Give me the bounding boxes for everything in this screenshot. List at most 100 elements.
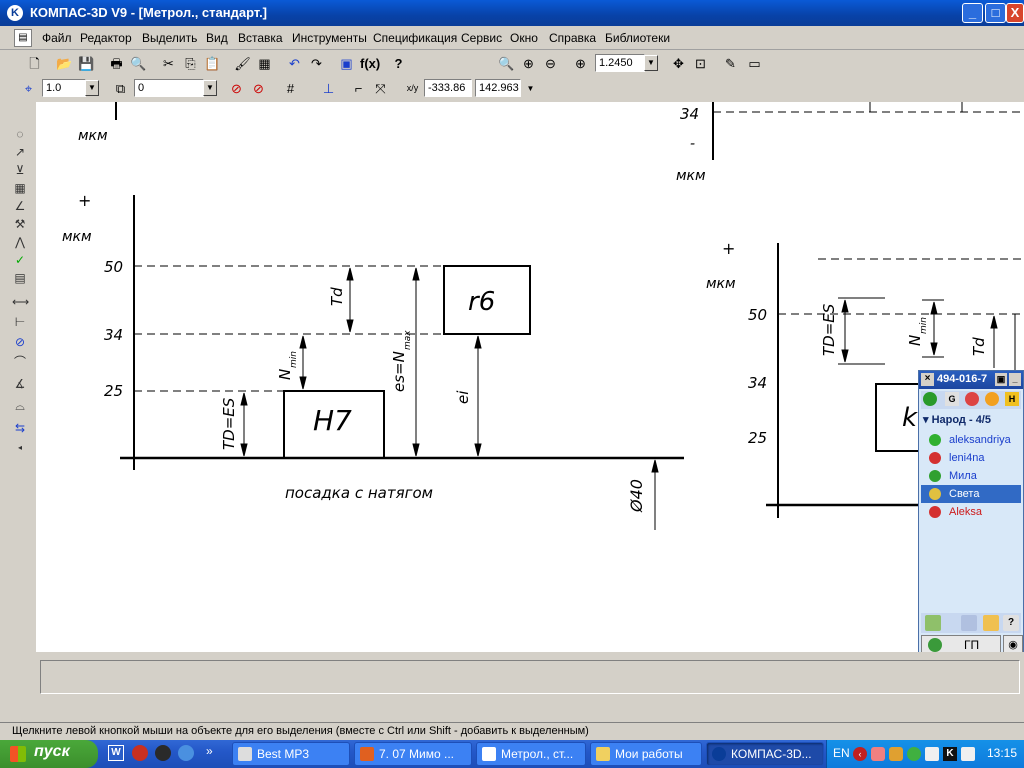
menu-file[interactable]: Файл <box>42 31 72 45</box>
reports-icon[interactable]: ▤ <box>12 270 28 286</box>
taskbar-item-kompas[interactable]: КОМПАС-3D... <box>706 742 824 766</box>
zoom-scale-icon[interactable]: ⊕ <box>572 55 589 72</box>
step-icon[interactable]: ⌖ <box>20 80 37 97</box>
menu-view[interactable]: Вид <box>206 31 228 45</box>
icq-minimize-icon[interactable]: _ <box>1009 373 1021 386</box>
zoom-out-icon[interactable]: ⊖ <box>542 55 559 72</box>
document-icon[interactable]: ▤ <box>14 29 32 47</box>
menu-libraries[interactable]: Библиотеки <box>605 31 670 45</box>
linear-dim-icon[interactable]: ⟷ <box>12 294 29 310</box>
show-all-icon[interactable]: ⊡ <box>692 55 709 72</box>
snap-icon[interactable]: ⊘ <box>228 80 245 97</box>
save-icon[interactable]: 💾 <box>78 55 95 72</box>
taskbar-item-folder[interactable]: Мои работы <box>590 742 702 766</box>
pan-icon[interactable]: ✥ <box>670 55 687 72</box>
tray-robot-icon[interactable] <box>889 747 903 761</box>
icq-status-icon[interactable] <box>923 392 937 406</box>
step-input[interactable]: 1.0 <box>42 79 86 97</box>
layer-dropdown[interactable]: ▼ <box>203 80 217 96</box>
tray-volume-icon[interactable] <box>961 747 975 761</box>
aligned-dim-icon[interactable]: ⊢ <box>12 314 28 330</box>
drawing-canvas[interactable]: мкм + мкм 50 34 25 H7 r6 TD=ES N min Td … <box>36 102 1024 652</box>
toolbar-more-icon[interactable]: ▼ <box>522 80 539 97</box>
print-icon[interactable]: 🖶 <box>108 55 125 72</box>
chain-dim-icon[interactable]: ⇆ <box>12 420 28 436</box>
display-options-icon[interactable]: ▭ <box>746 55 763 72</box>
cursor-x-field[interactable]: -333.86 <box>424 79 472 97</box>
taskbar-item-bestmp3[interactable]: Best MP3 <box>232 742 350 766</box>
ie-quicklaunch-icon[interactable] <box>178 745 194 761</box>
zoom-input[interactable]: 1.2450 <box>595 54 645 72</box>
more-tools-icon[interactable]: ◂ <box>12 440 28 456</box>
select-icon[interactable]: ⋀ <box>12 234 28 250</box>
icq-group-header[interactable]: ▾ Народ - 4/5 <box>923 413 991 426</box>
icq-messages-icon[interactable] <box>983 615 999 631</box>
taskbar-item-music[interactable]: 7. 07 Мимо ... <box>354 742 472 766</box>
kompas-app-icon[interactable]: K <box>7 5 23 21</box>
cut-icon[interactable]: ✂ <box>160 55 177 72</box>
radial-dim-icon[interactable]: ⌒ <box>12 354 28 370</box>
layer-icon[interactable]: ⧉ <box>112 80 129 97</box>
icq-contact[interactable]: Aleksa <box>921 503 1021 521</box>
undo-icon[interactable]: ↶ <box>286 55 303 72</box>
icq-search-icon[interactable] <box>961 615 977 631</box>
tray-back-icon[interactable]: ‹ <box>853 747 867 761</box>
dimensions-icon[interactable]: ↗ <box>12 144 28 160</box>
tray-mail-icon[interactable] <box>925 747 939 761</box>
diameter-dim-icon[interactable]: ⊘ <box>12 334 28 350</box>
close-button[interactable]: X <box>1006 3 1024 23</box>
maximize-button[interactable]: □ <box>985 3 1006 23</box>
icq-users-icon[interactable] <box>985 392 999 406</box>
menu-insert[interactable]: Вставка <box>238 31 283 45</box>
properties-icon[interactable]: ▦ <box>256 55 273 72</box>
taskbar-item-word[interactable]: Метрол., ст... <box>476 742 586 766</box>
menu-help[interactable]: Справка <box>549 31 596 45</box>
menu-select[interactable]: Выделить <box>142 31 197 45</box>
arc-dim-icon[interactable]: ⌓ <box>12 398 28 414</box>
cursor-y-field[interactable]: 142.963 <box>475 79 521 97</box>
menu-editor[interactable]: Редактор <box>80 31 132 45</box>
zoom-window-icon[interactable]: 🔍 <box>498 55 515 72</box>
icq-contact[interactable]: leni4na <box>921 449 1021 467</box>
icq-contact[interactable]: Мила <box>921 467 1021 485</box>
menu-service[interactable]: Сервис <box>461 31 502 45</box>
icq-help-icon[interactable]: ? <box>1003 615 1019 631</box>
icq-contact-selected[interactable]: Света <box>921 485 1021 503</box>
step-dropdown[interactable]: ▼ <box>85 80 99 96</box>
local-cs-icon[interactable]: ⊥ <box>320 80 337 97</box>
media-quicklaunch-icon[interactable] <box>132 745 148 761</box>
language-indicator[interactable]: EN <box>833 746 850 760</box>
copy-icon[interactable]: ⎘ <box>182 55 199 72</box>
paste-icon[interactable]: 📋 <box>204 55 221 72</box>
open-file-icon[interactable]: 📂 <box>56 55 73 72</box>
zoom-in-icon[interactable]: ⊕ <box>520 55 537 72</box>
refresh-icon[interactable]: ✎ <box>722 55 739 72</box>
round-icon[interactable]: ⤧ <box>372 80 389 97</box>
layer-input[interactable]: 0 <box>134 79 204 97</box>
start-button[interactable]: пуск <box>0 740 98 768</box>
preview-icon[interactable]: 🔍 <box>130 55 147 72</box>
angular-dim-icon[interactable]: ∡ <box>12 376 28 392</box>
icq-privacy-icon[interactable] <box>965 392 979 406</box>
redo-icon[interactable]: ↷ <box>308 55 325 72</box>
tray-k-icon[interactable]: K <box>943 747 957 761</box>
minimize-button[interactable]: _ <box>962 3 983 23</box>
menu-tools[interactable]: Инструменты <box>292 31 367 45</box>
icq-groups-icon[interactable]: G <box>945 392 959 406</box>
new-file-icon[interactable]: 🗋 <box>26 55 43 72</box>
spec-icon[interactable]: ✓ <box>12 252 28 268</box>
menu-specification[interactable]: Спецификация <box>373 31 457 45</box>
zoom-dropdown[interactable]: ▼ <box>644 55 658 71</box>
geometry-icon[interactable]: ◌ <box>12 126 28 142</box>
symbols-icon[interactable]: ⊻ <box>12 162 28 178</box>
icq-close-icon[interactable]: × <box>921 373 934 386</box>
snap-settings-icon[interactable]: ⊘ <box>250 80 267 97</box>
ortho-icon[interactable]: ⌐ <box>350 80 367 97</box>
word-quicklaunch-icon[interactable]: W <box>108 745 124 761</box>
help-pointer-icon[interactable]: ? <box>390 55 407 72</box>
parametrization-icon[interactable]: ∠ <box>12 198 28 214</box>
grid-icon[interactable]: # <box>282 80 299 97</box>
format-painter-icon[interactable]: 🖌 <box>234 55 251 72</box>
measure-icon[interactable]: ⚒ <box>12 216 28 232</box>
tray-tool-icon[interactable] <box>871 747 885 761</box>
